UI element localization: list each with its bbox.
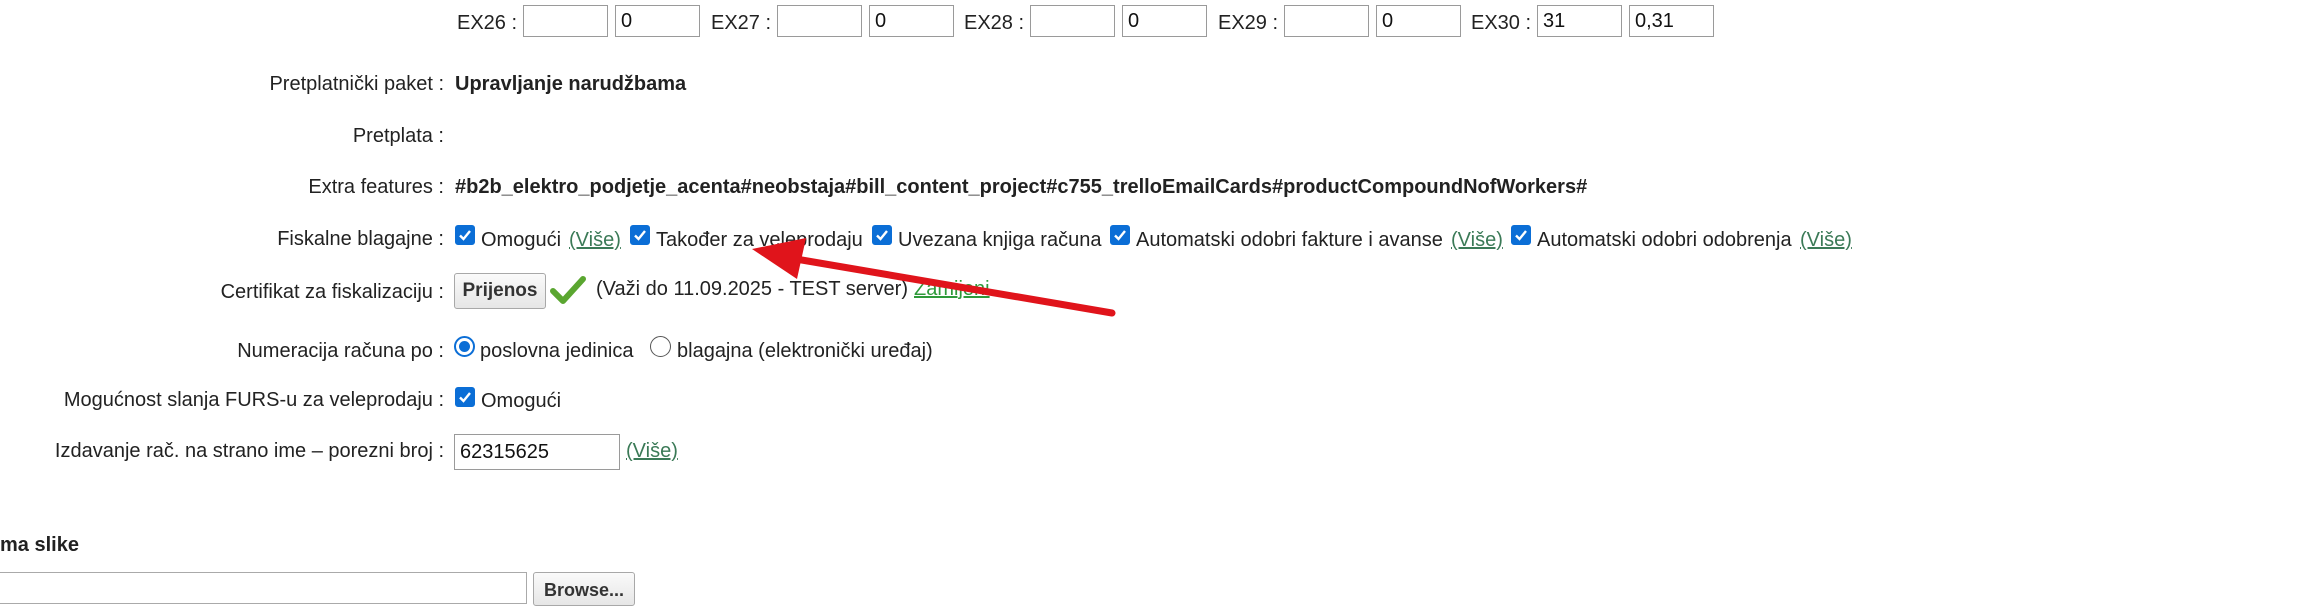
upload-button[interactable]: Prijenos — [454, 273, 546, 309]
ex28-field-2[interactable] — [1122, 5, 1207, 37]
fiscal-bound-book-label: Uvezana knjiga računa — [898, 229, 1102, 251]
subscription-label: Pretplata : — [352, 125, 444, 147]
numbering-option-2-label: blagajna (elektronički uređaj) — [677, 340, 933, 362]
fiscal-auto-invoices-more-link[interactable]: (Više) — [1451, 226, 1503, 254]
foreign-more-link[interactable]: (Više) — [626, 437, 678, 465]
numbering-cash-register-radio[interactable] — [650, 336, 671, 357]
ex26-field-2[interactable] — [615, 5, 700, 37]
green-checkmark-icon — [550, 274, 586, 312]
ex27-field-2[interactable] — [869, 5, 954, 37]
fiscal-auto-approvals-checkbox[interactable] — [1511, 225, 1531, 245]
ex28-field-1[interactable] — [1030, 5, 1115, 37]
fiscal-enable-more-link[interactable]: (Više) — [569, 226, 621, 254]
ex29-label: EX29 : — [1218, 12, 1279, 34]
extra-features-label: Extra features : — [308, 176, 444, 198]
ex26-field-1[interactable] — [523, 5, 608, 37]
fiscal-wholesale-checkbox[interactable] — [630, 225, 650, 245]
fiscal-auto-invoices-checkbox[interactable] — [1110, 225, 1130, 245]
fiscal-bound-book-checkbox[interactable] — [872, 225, 892, 245]
ex29-field-2[interactable] — [1376, 5, 1461, 37]
fiscal-label: Fiskalne blagajne : — [277, 228, 444, 250]
furs-enable-checkbox[interactable] — [455, 387, 475, 407]
fiscal-wholesale-label: Također za veleprodaju — [656, 229, 863, 251]
ex28-label: EX28 : — [964, 12, 1025, 34]
fiscal-auto-approvals-label: Automatski odobri odobrenja — [1537, 229, 1792, 251]
furs-enable-label: Omogući — [481, 390, 562, 412]
ex30-label: EX30 : — [1471, 12, 1532, 34]
tax-number-input[interactable] — [454, 434, 620, 470]
image-file-input[interactable] — [0, 572, 527, 604]
ex27-field-1[interactable] — [777, 5, 862, 37]
fiscal-enable-label: Omogući — [481, 229, 562, 251]
ex27-label: EX27 : — [711, 12, 772, 34]
fiscal-auto-invoices-label: Automatski odobri fakture i avanse — [1136, 229, 1443, 251]
numbering-business-unit-radio[interactable] — [454, 336, 475, 357]
package-value: Upravljanje narudžbama — [455, 73, 687, 95]
numbering-label: Numeracija računa po : — [237, 340, 444, 362]
certificate-validity: (Važi do 11.09.2025 - TEST server) — [596, 278, 909, 300]
package-label: Pretplatnički paket : — [269, 73, 444, 95]
certificate-change-link[interactable]: Zamijeni — [914, 275, 990, 303]
ex30-field-1[interactable] — [1537, 5, 1622, 37]
fiscal-auto-approvals-more-link[interactable]: (Više) — [1800, 226, 1852, 254]
ex26-label: EX26 : — [457, 12, 518, 34]
ex29-field-1[interactable] — [1284, 5, 1369, 37]
certificate-label: Certifikat za fiskalizaciju : — [220, 281, 444, 303]
extra-features-value: #b2b_elektro_podjetje_acenta#neobstaja#b… — [455, 176, 1588, 198]
ex30-field-2[interactable] — [1629, 5, 1714, 37]
foreign-label: Izdavanje rač. na strano ime – porezni b… — [54, 440, 444, 462]
fiscal-enable-checkbox[interactable] — [455, 225, 475, 245]
numbering-option-1-label: poslovna jedinica — [480, 340, 634, 362]
browse-button[interactable]: Browse... — [533, 572, 635, 606]
image-section-title: ma slike — [0, 534, 79, 556]
furs-label: Mogućnost slanja FURS-u za veleprodaju : — [63, 389, 444, 411]
